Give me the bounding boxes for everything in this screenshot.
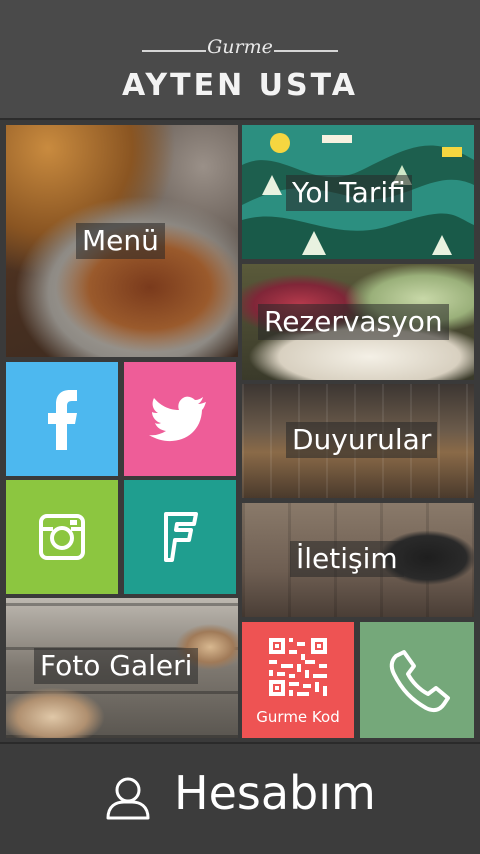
- announcements-label: Duyurular: [286, 422, 438, 458]
- menu-label: Menü: [76, 223, 165, 259]
- app-header: Gurme AYTEN USTA: [0, 0, 480, 120]
- directions-tile[interactable]: Yol Tarifi: [242, 125, 474, 259]
- facebook-tile[interactable]: [6, 362, 118, 476]
- twitter-icon: [149, 396, 206, 442]
- header-subtitle: Gurme: [207, 36, 273, 58]
- foursquare-tile[interactable]: [124, 480, 236, 594]
- account-label: Hesabım: [174, 766, 376, 820]
- photo-gallery-tile[interactable]: Foto Galeri: [6, 598, 238, 738]
- account-button[interactable]: Hesabım: [0, 742, 480, 854]
- reservation-tile[interactable]: Rezervasyon: [242, 264, 474, 380]
- photo-gallery-label: Foto Galeri: [34, 648, 199, 684]
- twitter-tile[interactable]: [124, 362, 236, 476]
- menu-tile[interactable]: Menü: [6, 125, 238, 357]
- contact-tile[interactable]: İletişim: [242, 503, 474, 617]
- gurme-code-label: Gurme Kod: [256, 708, 340, 726]
- facebook-icon: [48, 390, 77, 450]
- phone-tile[interactable]: [360, 622, 474, 738]
- contact-label: İletişim: [290, 541, 404, 577]
- reservation-label: Rezervasyon: [258, 304, 449, 340]
- directions-label: Yol Tarifi: [286, 175, 412, 211]
- foursquare-icon: [164, 512, 198, 562]
- phone-icon: [389, 650, 450, 713]
- instagram-icon: [39, 514, 85, 560]
- instagram-tile[interactable]: [6, 480, 118, 594]
- app-title: AYTEN USTA: [122, 68, 358, 103]
- user-icon: [106, 777, 150, 820]
- announcements-tile[interactable]: Duyurular: [242, 384, 474, 498]
- gurme-code-tile[interactable]: Gurme Kod: [242, 622, 354, 738]
